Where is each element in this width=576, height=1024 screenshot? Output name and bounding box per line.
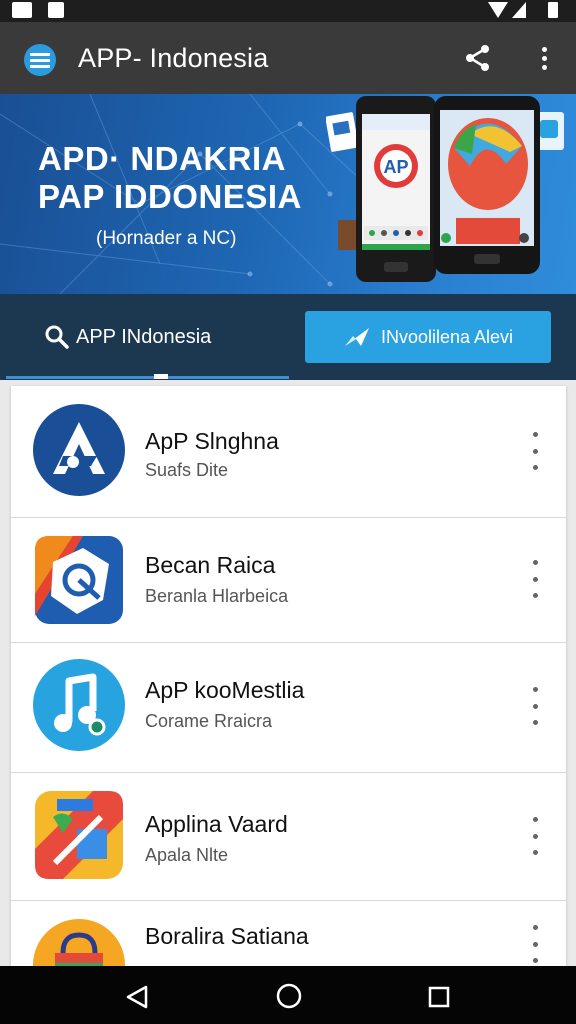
list-item[interactable]: Becan Raica Beranla Hlarbeica <box>11 518 566 643</box>
shopping-bag-icon <box>33 919 125 966</box>
banner-subtitle: (Hornader a NC) <box>96 228 237 249</box>
tab-row: APP INdonesia INvoolilena Alevi <box>0 294 576 380</box>
more-vert-icon[interactable] <box>528 42 560 74</box>
app-title: ApP Slnghna <box>145 428 279 454</box>
status-bar <box>0 0 576 22</box>
app-title: ApP kooMestlia <box>145 677 305 703</box>
list-item[interactable]: ApP Slnghna Suafs Dite <box>11 386 566 518</box>
shield-puzzle-icon <box>35 536 123 624</box>
music-note-icon <box>33 659 125 751</box>
signal-icon <box>512 2 526 18</box>
system-nav-bar <box>0 966 576 1024</box>
banner-headline-2: PAP IDDONESIA <box>38 178 302 215</box>
a-logo-icon <box>33 404 125 496</box>
app-subtitle: Apala Nlte <box>145 845 229 865</box>
more-vert-icon[interactable] <box>527 925 543 963</box>
app-title: APP- Indonesia <box>78 43 269 73</box>
app-subtitle: Corame Rraicra <box>145 711 273 731</box>
more-vert-icon[interactable] <box>527 687 543 725</box>
banner-headline-1: APD· NDAKRIA <box>38 140 286 177</box>
recent-apps-icon[interactable] <box>428 986 450 1008</box>
battery-icon <box>548 2 558 18</box>
more-vert-icon[interactable] <box>527 817 543 855</box>
tab-indicator <box>6 376 289 379</box>
share-icon[interactable] <box>462 42 494 74</box>
hero-banner[interactable]: APD· NDAKRIA PAP IDDONESIA (Hornader a N… <box>0 94 576 294</box>
tab-search-label: APP INdonesia <box>76 325 212 348</box>
app-title: Becan Raica <box>145 552 276 578</box>
wifi-icon <box>488 2 508 18</box>
featured-button-label: INvoolilena Alevi <box>380 326 514 347</box>
tab-search[interactable]: APP INdonesia <box>44 324 211 350</box>
notification-icon <box>12 2 32 18</box>
home-icon[interactable] <box>275 982 303 1010</box>
app-list: ApP Slnghna Suafs Dite Becan Raica Beran… <box>11 386 566 966</box>
list-item[interactable]: Applina Vaard Apala Nlte <box>11 773 566 901</box>
tab-indicator-mark <box>154 374 168 379</box>
list-item[interactable]: ApP kooMestlia Corame Rraicra <box>11 643 566 773</box>
maps-icon <box>35 791 123 879</box>
phones-illustration: AP <box>326 96 564 282</box>
app-title: Applina Vaard <box>145 811 288 837</box>
list-item[interactable]: Boralira Satiana <box>11 901 566 966</box>
notification-icon-2 <box>48 2 64 18</box>
back-icon[interactable] <box>124 984 150 1010</box>
more-vert-icon[interactable] <box>527 560 543 598</box>
menu-icon[interactable] <box>24 44 56 76</box>
app-subtitle: Suafs Dite <box>145 460 229 480</box>
app-title: Boralira Satiana <box>145 923 309 949</box>
more-vert-icon[interactable] <box>527 432 543 470</box>
app-subtitle: Beranla Hlarbeica <box>145 586 289 606</box>
app-toolbar: APP- Indonesia <box>0 22 576 94</box>
search-icon <box>45 325 69 349</box>
svg-text:AP: AP <box>383 157 408 177</box>
featured-button[interactable]: INvoolilena Alevi <box>305 311 551 363</box>
send-icon <box>344 328 369 346</box>
